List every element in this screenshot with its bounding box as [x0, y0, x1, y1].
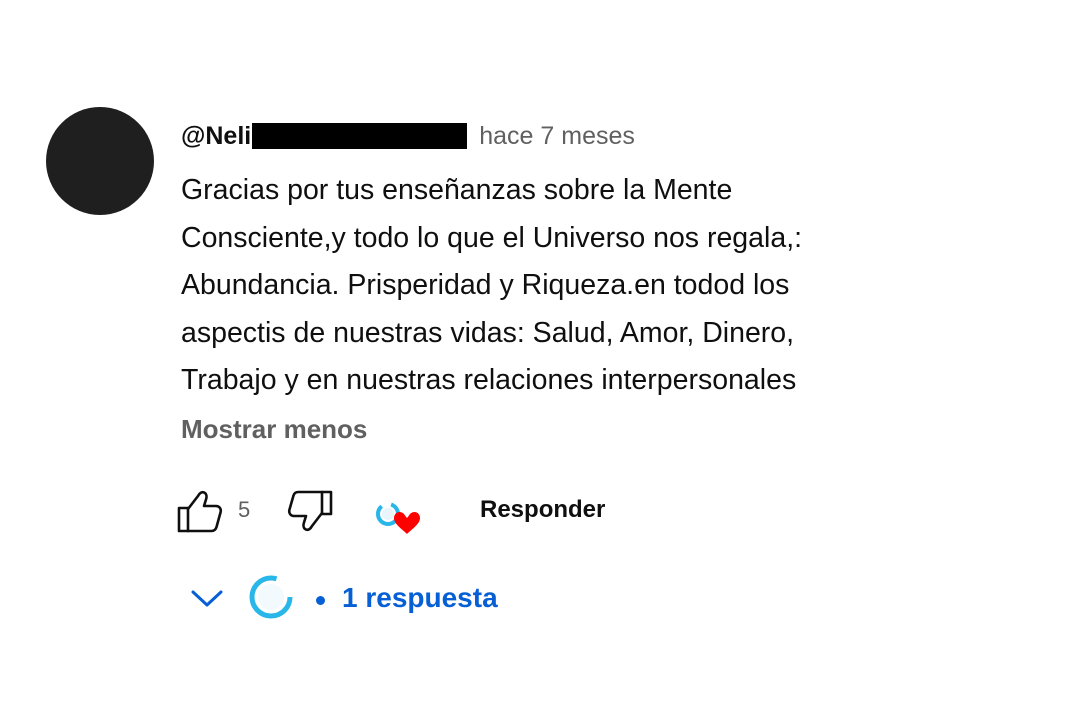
- dislike-button[interactable]: [286, 488, 334, 534]
- creator-heart: [374, 496, 424, 540]
- chevron-down-icon: [191, 590, 223, 607]
- view-replies-button[interactable]: 1 respuesta: [188, 570, 548, 626]
- comment-text-line: Gracias por tus enseñanzas sobre la Ment…: [181, 174, 733, 206]
- thumb-up-icon: [177, 490, 223, 533]
- replies-count-label: 1 respuesta: [342, 582, 498, 613]
- comment-text-line: aspectis de nuestras vidas: Salud, Amor,…: [181, 316, 795, 349]
- comment-text: Gracias por tus enseñanzas sobre la Ment…: [181, 167, 921, 405]
- show-less-button[interactable]: Mostrar menos: [181, 414, 367, 445]
- comment-text-line: Trabajo y en nuestras relaciones interpe…: [181, 364, 797, 396]
- redacted-author-name: [252, 123, 468, 149]
- commenter-avatar[interactable]: [46, 107, 154, 215]
- comment-author[interactable]: @Neli: [181, 122, 251, 151]
- separator-dot: [316, 596, 325, 605]
- comment-text-line: Consciente,y todo lo que el Universo nos…: [181, 221, 803, 254]
- like-count: 5: [238, 497, 251, 522]
- comment-actions: 5 Responder: [176, 488, 636, 534]
- creator-avatar-icon: [249, 575, 293, 619]
- like-button[interactable]: [176, 488, 224, 534]
- reply-button[interactable]: Responder: [480, 496, 605, 524]
- comment-header: @Neli hace 7 meses: [181, 118, 635, 154]
- comment-timestamp[interactable]: hace 7 meses: [479, 122, 635, 151]
- comment-text-line: Abundancia. Prisperidad y Riqueza.en tod…: [181, 269, 790, 301]
- creator-heart-icon: [376, 502, 420, 534]
- thumb-down-icon: [287, 490, 333, 532]
